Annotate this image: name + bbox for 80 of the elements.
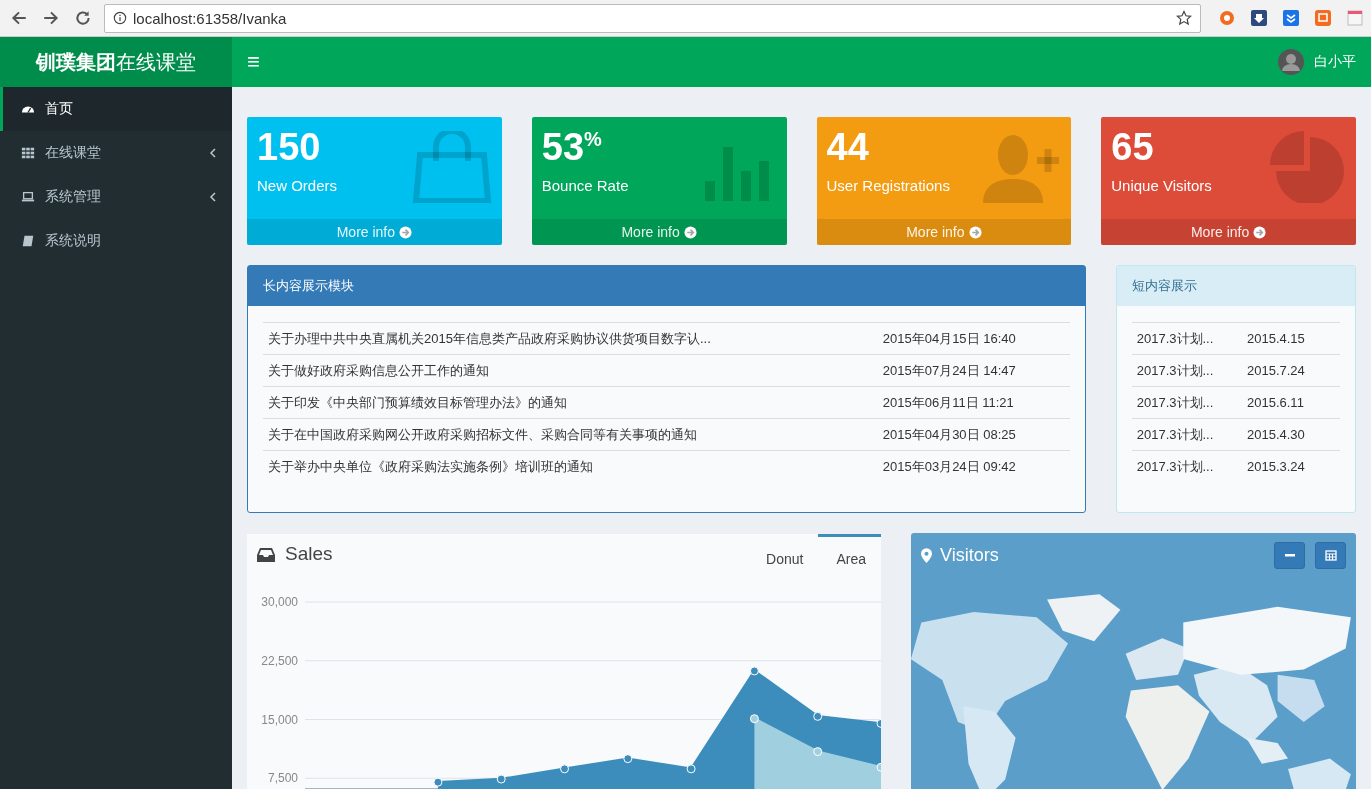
book-icon <box>21 234 35 248</box>
stat-value: 53$^{%}$ <box>541 127 602 169</box>
axis-label: 15,000 <box>261 712 298 727</box>
axis-label: 7,500 <box>267 771 298 786</box>
more-info-link[interactable]: More info <box>1101 219 1356 245</box>
star-icon[interactable] <box>1176 10 1192 26</box>
panel-title: Sales <box>285 543 334 565</box>
table-cell[interactable]: 关于做好政府采购信息公开工作的通知 <box>268 361 883 380</box>
address-bar[interactable]: localhost:61358/Ivanka <box>104 3 1201 33</box>
sidebar-item[interactable]: 在线课堂 <box>0 131 232 175</box>
stat-value: 150 <box>257 127 321 169</box>
laptop-icon <box>21 190 35 204</box>
table-cell-text: 2015年03月24日 09:42 <box>882 457 1017 476</box>
table-cell-text: 2015.6.11 <box>1247 395 1305 410</box>
data-point <box>876 762 881 772</box>
stat-label: User Registrations <box>826 176 951 194</box>
table-cell-text: 2015.3.24 <box>1247 459 1306 474</box>
chart-tab[interactable]: Area <box>818 534 881 570</box>
table-cell-text: 2015年04月30日 08:25 <box>882 425 1017 444</box>
table-cell[interactable]: 2017.3计划... <box>1136 393 1247 412</box>
forward-icon[interactable] <box>42 9 60 27</box>
axis-label: 30,000 <box>261 595 298 609</box>
data-point <box>813 747 823 757</box>
data-point <box>623 754 633 764</box>
calendar-icon <box>1324 549 1337 561</box>
download-icon[interactable] <box>1251 10 1267 26</box>
arrow-circle-icon <box>1253 225 1267 239</box>
shopping-bag-icon <box>411 131 492 203</box>
stat-label: Unique Visitors <box>1111 176 1213 194</box>
extension-icon[interactable] <box>1219 10 1235 26</box>
arrow-circle-icon <box>683 225 697 239</box>
caret-icon <box>209 191 217 203</box>
table-cell-text: 2015年07月24日 14:47 <box>882 361 1017 380</box>
stat-label: Bounce Rate <box>541 176 630 194</box>
calendar-button[interactable] <box>1315 541 1346 569</box>
inbox-icon <box>257 548 275 562</box>
table-cell[interactable]: 关于办理中共中央直属机关2015年信息类产品政府采购协议供货项目数字认... <box>268 329 883 348</box>
avatar-icon[interactable] <box>1278 49 1304 75</box>
table-cell-text: 2015.7.24 <box>1247 363 1306 378</box>
table-cell-text: 2015年04月15日 16:40 <box>882 329 1017 348</box>
url-text: localhost:61358/Ivanka <box>133 9 288 27</box>
stat-value: 44 <box>826 127 869 169</box>
table-cell[interactable]: 2017.3计划... <box>1136 425 1247 444</box>
table-cell-text: 2015年06月11日 11:21 <box>882 393 1015 412</box>
table-cell[interactable]: 关于举办中央单位《政府采购法实施条例》培训班的通知 <box>268 457 883 476</box>
extension-icon[interactable] <box>1283 10 1299 26</box>
data-point <box>560 764 569 774</box>
data-point <box>496 774 506 784</box>
panel-title: Visitors <box>940 544 1000 566</box>
map-pin-icon <box>921 547 932 563</box>
table-cell[interactable]: 2017.3计划... <box>1136 457 1247 476</box>
axis-label: 22,500 <box>261 653 298 668</box>
stat-value: 65 <box>1111 127 1154 169</box>
table-cell-text: 2015.4.30 <box>1247 427 1306 442</box>
collapse-button[interactable] <box>1274 541 1305 569</box>
data-point <box>749 714 759 724</box>
back-icon[interactable] <box>10 9 28 27</box>
grid-icon <box>21 146 35 160</box>
extension-icon[interactable] <box>1347 10 1363 26</box>
table-cell[interactable]: 关于印发《中央部门预算绩效目标管理办法》的通知 <box>268 393 883 412</box>
data-point <box>749 666 759 676</box>
more-info-link[interactable]: More info <box>531 219 787 245</box>
brand-logo[interactable]: 钏璞集团在线课堂 <box>0 37 232 87</box>
table-cell[interactable]: 2017.3计划... <box>1136 329 1247 348</box>
panel-title: 长内容展示模块 <box>248 266 1085 306</box>
reload-icon[interactable] <box>74 9 92 27</box>
arrow-circle-icon <box>399 225 413 239</box>
caret-icon <box>209 147 217 159</box>
sidebar-item[interactable]: 系统管理 <box>0 175 232 219</box>
sidebar-item[interactable]: 系统说明 <box>0 219 232 263</box>
info-icon[interactable] <box>113 11 127 25</box>
table-cell[interactable]: 2017.3计划... <box>1136 361 1247 380</box>
stat-label: New Orders <box>257 176 339 194</box>
sidebar-item[interactable]: 首页 <box>0 87 232 131</box>
table-cell[interactable]: 关于在中国政府采购网公开政府采购招标文件、采购合同等有关事项的通知 <box>268 425 883 444</box>
arrow-circle-icon <box>968 225 982 239</box>
data-point <box>813 711 823 721</box>
panel-title: 短内容展示 <box>1116 266 1355 306</box>
table-cell-text: 2015.4.15 <box>1247 331 1306 346</box>
data-point <box>686 764 696 774</box>
